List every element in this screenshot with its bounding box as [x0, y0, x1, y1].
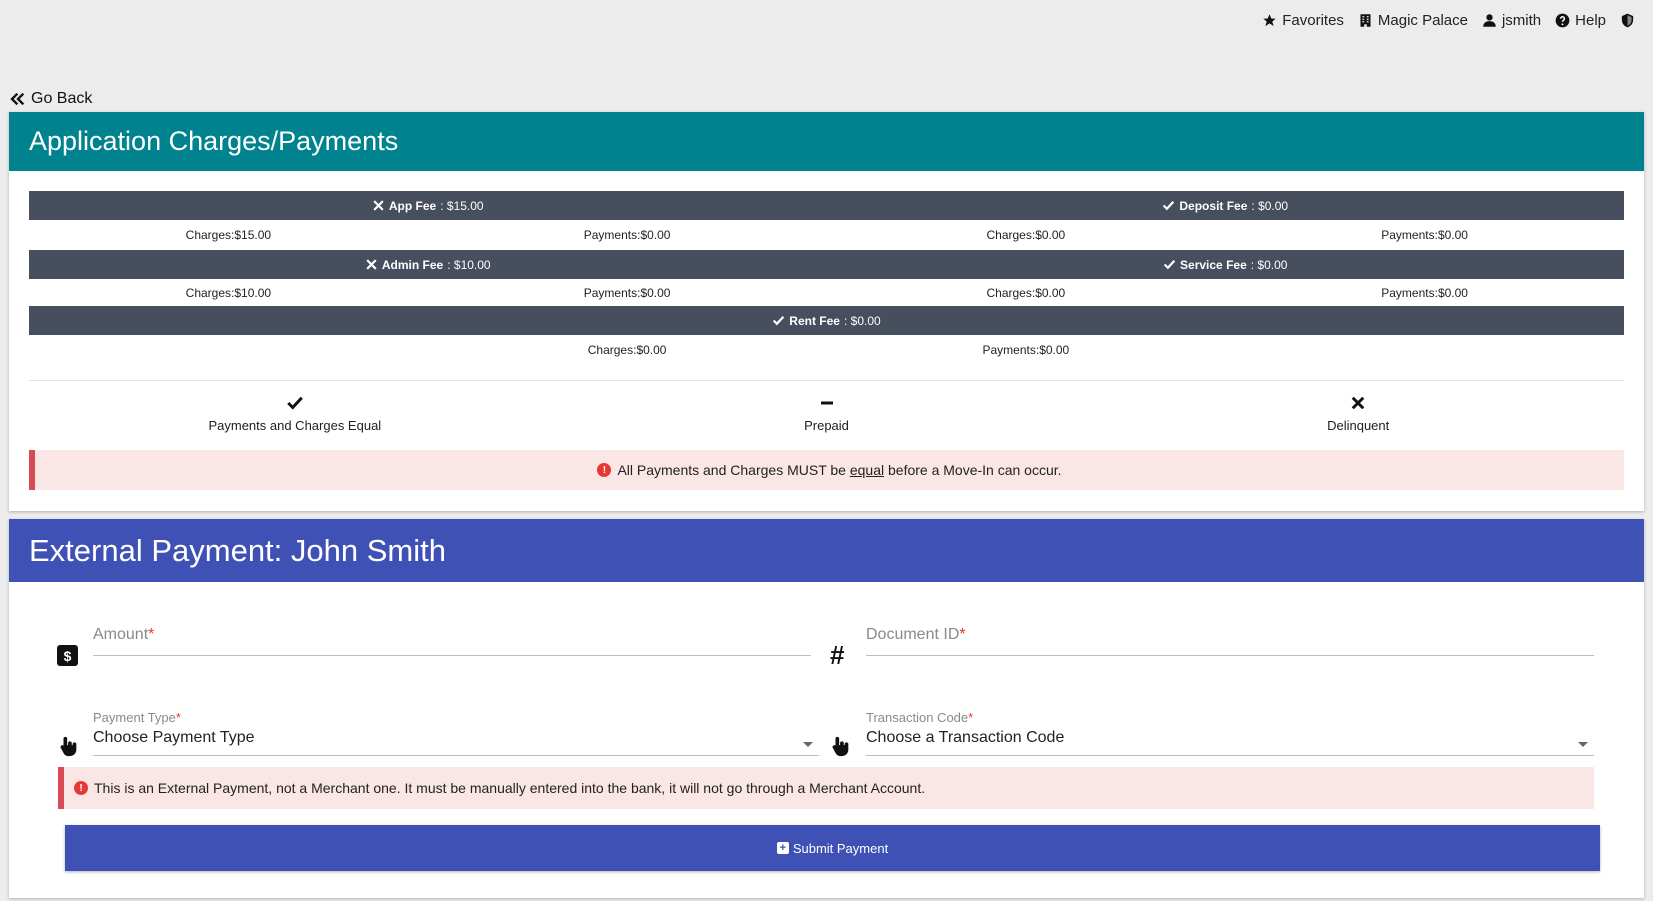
charges-card-title: Application Charges/Payments [9, 112, 1644, 171]
caret-down-icon [1578, 742, 1588, 747]
fee-heading-deposit: Deposit Fee: $0.00 [827, 191, 1625, 220]
charges-payments-card: Application Charges/Payments App Fee: $1… [9, 112, 1644, 511]
move-in-alert: ! All Payments and Charges MUST be equal… [29, 450, 1624, 490]
amount-row: Charges:$15.00 Payments:$0.00 Charges:$0… [29, 220, 1624, 250]
admin-fee-payments: Payments:$0.00 [583, 285, 671, 300]
transaction-code-select[interactable]: Transaction Code* Choose a Transaction C… [866, 710, 1594, 756]
amount-field[interactable]: Amount* [93, 626, 811, 656]
payment-card-title: External Payment: John Smith [9, 519, 1644, 582]
exclamation-circle-icon: ! [597, 463, 612, 477]
app-fee-charges: Charges:$15.00 [185, 228, 272, 242]
property-link[interactable]: Magic Palace [1358, 12, 1468, 29]
legend-delinquent: Delinquent [1092, 394, 1624, 433]
user-icon [1483, 14, 1496, 27]
go-back-label: Go Back [31, 90, 93, 107]
top-nav: Favorites Magic Palace jsmith Help [1262, 12, 1635, 29]
divider [29, 380, 1624, 381]
submit-payment-label: Submit Payment [792, 840, 889, 856]
fee-heading-admin: Admin Fee: $10.00 [29, 250, 827, 279]
fee-heading-app: App Fee: $15.00 [29, 191, 827, 220]
transaction-code-value: Choose a Transaction Code [866, 729, 1065, 746]
favorites-link[interactable]: Favorites [1262, 12, 1344, 29]
legend-prepaid: Prepaid [561, 394, 1093, 433]
caret-down-icon [803, 742, 813, 747]
external-payment-alert: ! This is an External Payment, not a Mer… [58, 767, 1594, 809]
admin-fee-charges: Charges:$10.00 [185, 285, 272, 300]
help-link[interactable]: Help [1555, 12, 1606, 29]
rent-fee-charges: Charges:$0.00 [587, 343, 667, 357]
amount-row: Charges:$10.00 Payments:$0.00 Charges:$0… [29, 279, 1624, 306]
move-in-alert-text: All Payments and Charges MUST be equal b… [617, 462, 1062, 478]
service-fee-payments: Payments:$0.00 [1381, 285, 1468, 300]
fee-bar: App Fee: $15.00 Deposit Fee: $0.00 [29, 191, 1624, 220]
x-icon [366, 259, 377, 270]
hand-pointer-icon [58, 734, 80, 758]
plus-square-icon: + [776, 842, 789, 854]
star-icon [1263, 14, 1276, 27]
fee-bar: Admin Fee: $10.00 Service Fee: $0.00 [29, 250, 1624, 279]
minus-icon [820, 401, 833, 405]
check-icon [1163, 200, 1175, 211]
external-payment-alert-text: This is an External Payment, not a Merch… [94, 780, 926, 796]
user-link[interactable]: jsmith [1482, 12, 1541, 29]
go-back-link[interactable]: Go Back [10, 90, 92, 108]
help-label: Help [1575, 12, 1606, 29]
user-label: jsmith [1501, 12, 1542, 29]
fee-summary: App Fee: $15.00 Deposit Fee: $0.00 Charg… [29, 191, 1624, 365]
building-icon [1360, 14, 1371, 27]
hand-pointer-icon [830, 734, 852, 758]
submit-payment-button[interactable]: + Submit Payment [65, 825, 1600, 871]
favorites-label: Favorites [1282, 12, 1344, 29]
hash-icon: # [830, 640, 845, 670]
amount-row: Charges:$0.00 Payments:$0.00 [29, 335, 1624, 365]
check-icon [773, 315, 785, 326]
deposit-fee-charges: Charges:$0.00 [986, 228, 1066, 242]
status-legend: Payments and Charges Equal Prepaid Delin… [29, 394, 1624, 433]
double-chevron-left-icon [10, 92, 25, 106]
app-fee-payments: Payments:$0.00 [583, 228, 671, 242]
property-label: Magic Palace [1377, 12, 1468, 29]
dollar-icon: $ [57, 645, 78, 666]
x-icon [373, 200, 384, 211]
x-icon [1351, 396, 1365, 410]
deposit-fee-payments: Payments:$0.00 [1381, 228, 1468, 242]
security-link[interactable] [1620, 13, 1635, 28]
question-circle-icon [1555, 13, 1570, 28]
check-icon [287, 396, 303, 410]
rent-fee-payments: Payments:$0.00 [982, 343, 1070, 357]
fee-heading-service: Service Fee: $0.00 [827, 250, 1625, 279]
shield-icon [1621, 13, 1634, 28]
exclamation-circle-icon: ! [74, 781, 88, 795]
payment-type-select[interactable]: Payment Type* Choose Payment Type [93, 710, 819, 756]
document-id-field[interactable]: Document ID* [866, 626, 1594, 656]
service-fee-charges: Charges:$0.00 [986, 285, 1066, 300]
payment-type-value: Choose Payment Type [93, 729, 255, 746]
fee-heading-rent: Rent Fee: $0.00 [29, 306, 1624, 335]
legend-equal: Payments and Charges Equal [29, 394, 561, 433]
check-icon [1163, 259, 1176, 270]
fee-bar: Rent Fee: $0.00 [29, 306, 1624, 335]
